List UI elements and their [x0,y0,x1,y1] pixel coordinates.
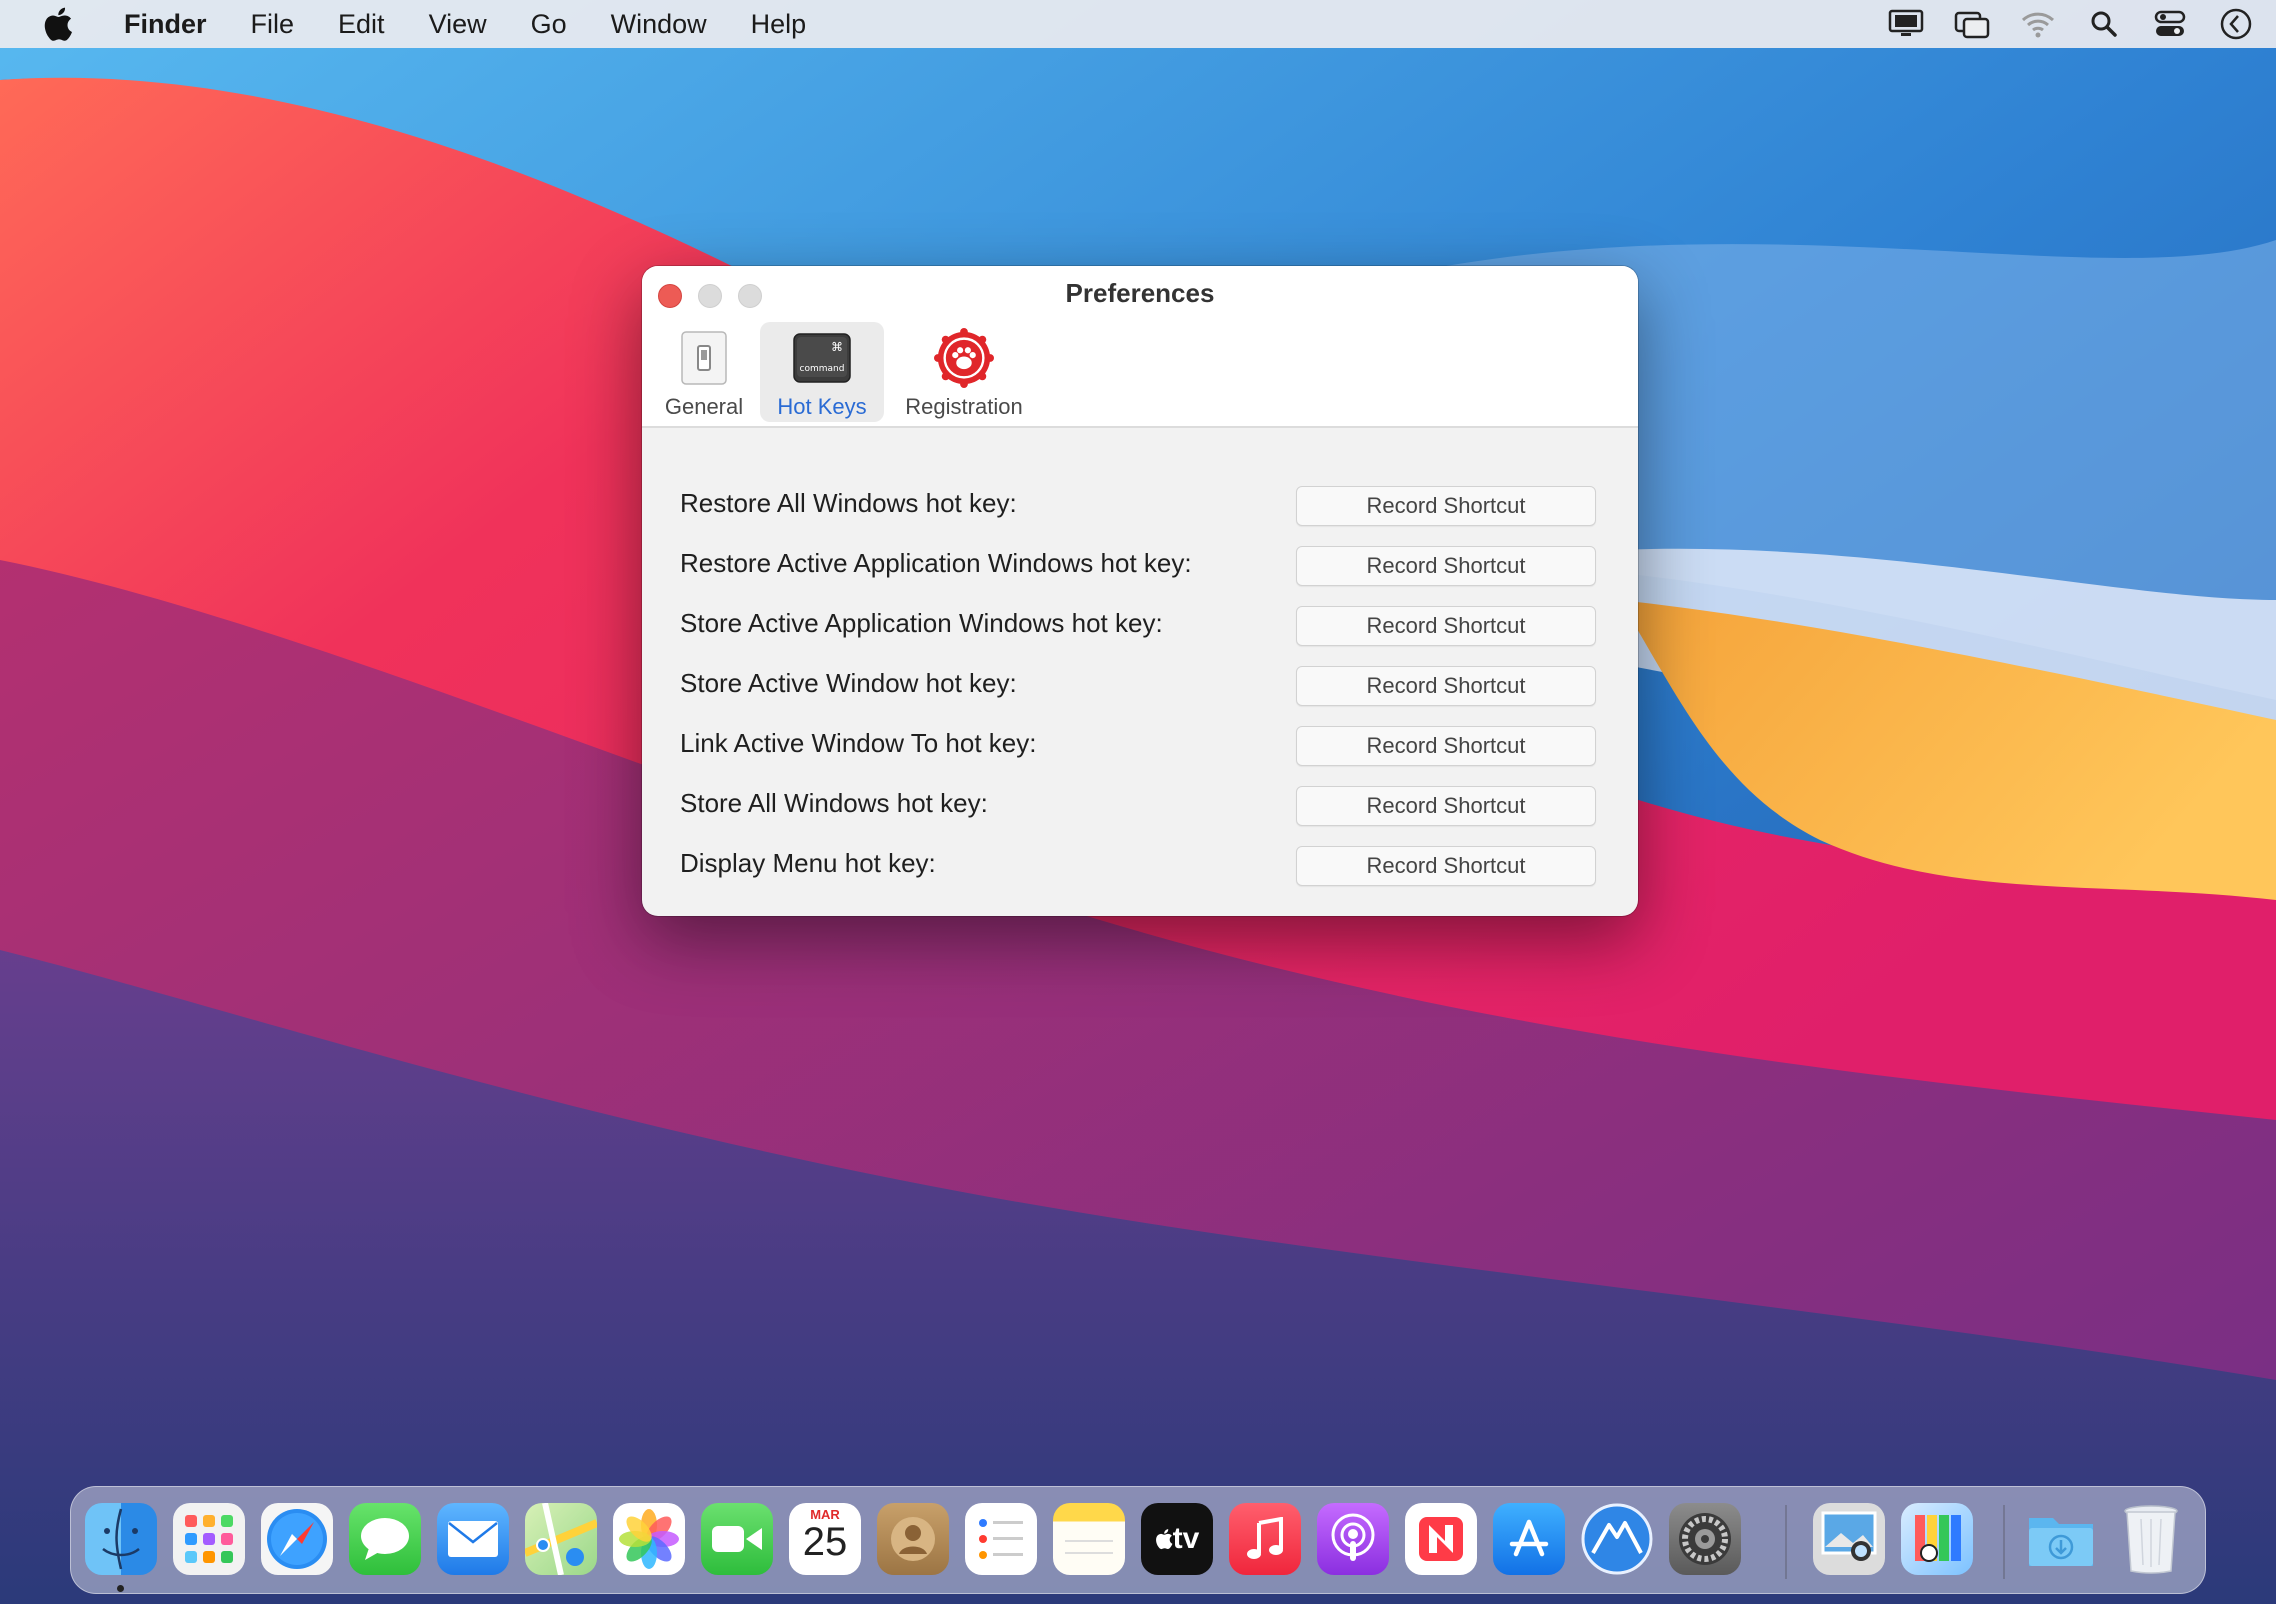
siri-icon[interactable] [2216,4,2256,44]
window-title: Preferences [1065,278,1215,308]
finder-icon[interactable] [85,1503,157,1575]
tab-hot-keys-label: Hot Keys [777,394,867,419]
menu-help[interactable]: Help [729,0,829,48]
apple-menu-icon[interactable] [36,2,80,46]
hotkey-label: Store Active Window hot key: [680,668,1017,698]
control-center-icon[interactable] [2150,4,2190,44]
contacts-icon[interactable] [877,1503,949,1575]
downloads-folder-icon[interactable] [2025,1503,2097,1575]
preferences-window: Preferences General ⌘ command Hot Keys R… [642,266,1638,916]
apple-tv-icon[interactable]: tv [1141,1503,1213,1575]
hotkey-label: Restore Active Application Windows hot k… [680,548,1192,578]
calendar-day: 25 [802,1520,848,1564]
hotkey-row-store-active-app-windows: Store Active Application Windows hot key… [642,606,1638,646]
hotkey-row-link-active-window: Link Active Window To hot key: Record Sh… [642,726,1638,766]
record-shortcut-button[interactable]: Record Shortcut [1296,786,1596,826]
maps-icon[interactable] [525,1503,597,1575]
menu-view[interactable]: View [407,0,509,48]
command-key-icon: ⌘ command [792,328,852,388]
mountain-app-icon[interactable] [1581,1503,1653,1575]
menu-file[interactable]: File [229,0,317,48]
dock-separator [1785,1505,1787,1579]
menu-edit[interactable]: Edit [316,0,407,48]
dock: MAR 25 tv [70,1486,2206,1594]
hotkey-row-store-all-windows: Store All Windows hot key: Record Shortc… [642,786,1638,826]
hotkey-row-display-menu: Display Menu hot key: Record Shortcut [642,846,1638,886]
apple-tv-label: tv [1172,1522,1200,1555]
record-shortcut-button[interactable]: Record Shortcut [1296,486,1596,526]
menu-app-finder[interactable]: Finder [102,0,229,48]
hotkey-label: Display Menu hot key: [680,848,936,878]
color-palette-app-icon[interactable] [1901,1503,1973,1575]
calendar-icon[interactable]: MAR 25 [789,1503,861,1575]
hotkey-row-store-active-window: Store Active Window hot key: Record Shor… [642,666,1638,706]
hotkey-label: Store All Windows hot key: [680,788,988,818]
preview-icon[interactable] [1813,1503,1885,1575]
dock-separator [2003,1505,2005,1579]
menu-go[interactable]: Go [509,0,589,48]
notes-icon[interactable] [1053,1503,1125,1575]
window-titlebar: Preferences General ⌘ command Hot Keys R… [642,266,1638,428]
facetime-icon[interactable] [701,1503,773,1575]
music-icon[interactable] [1229,1503,1301,1575]
tab-registration[interactable]: Registration [892,322,1036,422]
messages-icon[interactable] [349,1503,421,1575]
photos-icon[interactable] [613,1503,685,1575]
spotlight-search-icon[interactable] [2084,4,2124,44]
record-shortcut-button[interactable]: Record Shortcut [1296,666,1596,706]
system-preferences-icon[interactable] [1669,1503,1741,1575]
command-key-symbol: ⌘ [831,340,843,354]
tab-general[interactable]: General [656,322,752,422]
tab-general-label: General [664,394,744,419]
hotkey-label: Restore All Windows hot key: [680,488,1017,518]
finder-running-indicator [117,1585,124,1592]
status-menus [1860,0,2256,48]
menu-window[interactable]: Window [589,0,729,48]
safari-icon[interactable] [261,1503,333,1575]
news-icon[interactable] [1405,1503,1477,1575]
menu-bar: Finder File Edit View Go Window Help [0,0,2276,48]
record-shortcut-button[interactable]: Record Shortcut [1296,726,1596,766]
display-icon[interactable] [1886,4,1926,44]
toggle-switch-icon [674,328,734,388]
wifi-icon[interactable] [2018,4,2058,44]
app-store-icon[interactable] [1493,1503,1565,1575]
hotkey-label: Store Active Application Windows hot key… [680,608,1163,638]
record-shortcut-button[interactable]: Record Shortcut [1296,606,1596,646]
command-key-text: command [800,364,845,374]
podcasts-icon[interactable] [1317,1503,1389,1575]
mail-icon[interactable] [437,1503,509,1575]
hotkey-row-restore-all-windows: Restore All Windows hot key: Record Shor… [642,486,1638,526]
record-shortcut-button[interactable]: Record Shortcut [1296,846,1596,886]
launchpad-icon[interactable] [173,1503,245,1575]
tab-registration-label: Registration [905,394,1023,419]
hotkey-label: Link Active Window To hot key: [680,728,1037,758]
reminders-icon[interactable] [965,1503,1037,1575]
tab-hot-keys[interactable]: ⌘ command Hot Keys [760,322,884,422]
screen-mirroring-icon[interactable] [1952,4,1992,44]
hotkey-row-restore-active-app-windows: Restore Active Application Windows hot k… [642,546,1638,586]
paw-seal-icon [934,328,994,388]
trash-icon[interactable] [2115,1503,2187,1575]
record-shortcut-button[interactable]: Record Shortcut [1296,546,1596,586]
